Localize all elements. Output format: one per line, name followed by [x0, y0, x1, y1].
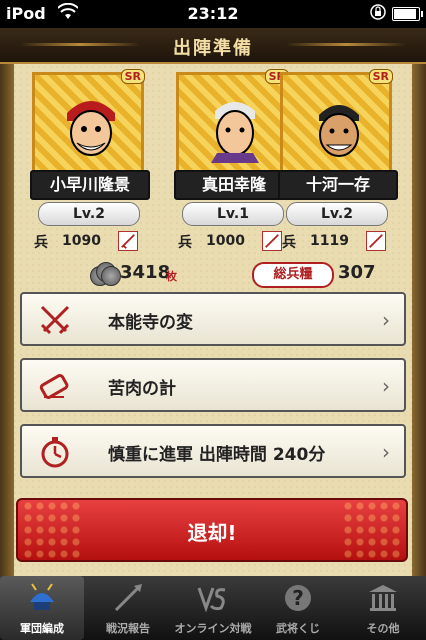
- spear-icon: [114, 584, 142, 612]
- troop-count: 兵 1000: [176, 231, 288, 252]
- weapon-type-icon: [366, 231, 386, 251]
- coin-unit: 枚: [166, 270, 177, 283]
- tab-bar: 軍団編成 戦況報告 オンライン対戦 ? 武将くじ その他: [0, 576, 426, 640]
- option-label: 慎重に進軍 出陣時間 240分: [108, 445, 326, 465]
- troop-value: 1000: [206, 233, 245, 249]
- chevron-right-icon: ›: [382, 440, 390, 464]
- retreat-label: 退却!: [187, 521, 237, 545]
- rotation-lock-icon: [370, 4, 386, 20]
- tab-other[interactable]: その他: [341, 576, 425, 640]
- general-level: Lv.1: [182, 202, 284, 226]
- tab-online-battle[interactable]: オンライン対戦: [171, 576, 255, 640]
- title-bar: 出陣準備: [0, 28, 426, 64]
- chevron-right-icon: ›: [382, 374, 390, 398]
- rarity-badge: SR: [120, 69, 145, 84]
- general-name: 十河一存: [278, 170, 398, 200]
- tab-label: 軍団編成: [20, 622, 64, 635]
- general-name: 真田幸隆: [174, 170, 294, 200]
- tab-general-lottery[interactable]: ? 武将くじ: [256, 576, 340, 640]
- tab-army-formation[interactable]: 軍団編成: [0, 576, 84, 640]
- option-label: 苦肉の計: [108, 379, 176, 399]
- tab-label: 武将くじ: [276, 622, 320, 635]
- coins-icon: [90, 260, 121, 286]
- troop-label: 兵: [34, 235, 48, 251]
- march-option-row[interactable]: 慎重に進軍 出陣時間 240分 ›: [20, 424, 406, 478]
- tactic-option-row[interactable]: 本能寺の変 ›: [20, 292, 406, 346]
- general-face-icon: [67, 101, 115, 156]
- question-icon: ?: [285, 585, 311, 611]
- general-portrait[interactable]: SR: [176, 69, 289, 184]
- troop-label: 兵: [178, 235, 192, 251]
- general-name: 小早川隆景: [30, 170, 150, 200]
- strategy-option-row[interactable]: 苦肉の計 ›: [20, 358, 406, 412]
- tab-battle-report[interactable]: 戦況報告: [86, 576, 170, 640]
- troop-value: 1119: [310, 233, 349, 249]
- versus-icon: [197, 587, 226, 613]
- scroll-icon: [39, 374, 69, 399]
- general-face-icon: [319, 105, 359, 157]
- troop-count: 兵 1119: [280, 231, 392, 252]
- option-label: 本能寺の変: [108, 313, 193, 333]
- general-face-icon: [211, 102, 259, 163]
- page-title: 出陣準備: [173, 38, 253, 59]
- shrine-icon: [369, 585, 397, 611]
- total-provisions-label: 総兵糧: [252, 262, 334, 288]
- retreat-button[interactable]: 退却!: [16, 498, 408, 562]
- general-level: Lv.2: [38, 202, 140, 226]
- battery-icon: [392, 7, 423, 21]
- deployment-panel: SR 小早川隆景 Lv.2 兵 1090 SR 真田幸隆 Lv.1 兵 1000…: [0, 64, 426, 576]
- troop-count: 兵 1090: [32, 231, 144, 252]
- tab-label: その他: [366, 622, 400, 635]
- total-provisions-value: 307: [338, 262, 376, 283]
- general-level: Lv.2: [286, 202, 388, 226]
- tab-label: オンライン対戦: [174, 622, 252, 635]
- crossed-swords-icon: [40, 305, 70, 335]
- helmet-icon: [30, 583, 54, 610]
- troop-value: 1090: [62, 233, 101, 249]
- status-bar: iPod 23:12: [0, 0, 426, 28]
- rarity-badge: SR: [368, 69, 393, 84]
- tab-label: 戦況報告: [106, 622, 150, 635]
- weapon-type-icon: [262, 231, 282, 251]
- svg-text:?: ?: [292, 586, 304, 610]
- general-portrait[interactable]: SR: [280, 69, 393, 184]
- general-portrait[interactable]: SR: [32, 69, 145, 184]
- stopwatch-icon: [41, 437, 69, 468]
- coin-value: 3418: [120, 262, 171, 283]
- chevron-right-icon: ›: [382, 308, 390, 332]
- weapon-type-icon: [118, 231, 138, 251]
- clock: 23:12: [187, 4, 239, 23]
- troop-label: 兵: [282, 235, 296, 251]
